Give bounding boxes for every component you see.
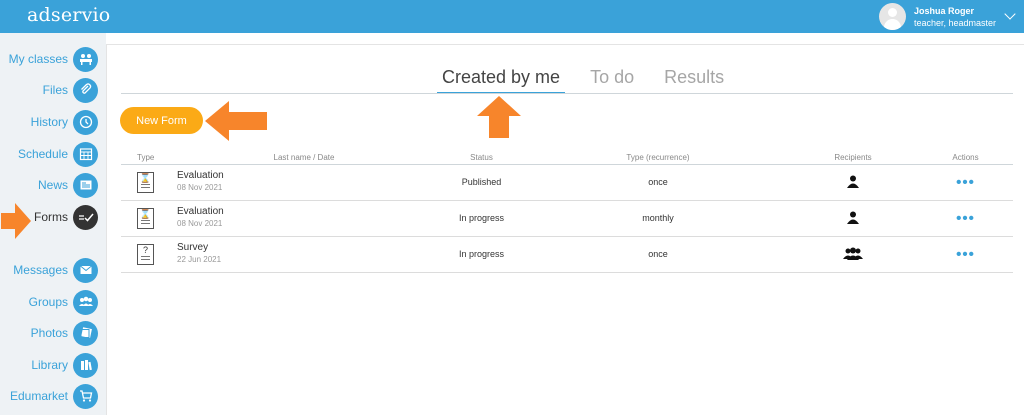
column-header-type[interactable]: Type xyxy=(121,151,173,165)
type-cell: ? xyxy=(121,236,173,273)
tab-created-by-me[interactable]: Created by me xyxy=(437,67,566,94)
column-header-recipients[interactable]: Recipients xyxy=(788,151,918,165)
sidebar-item-messages[interactable]: Messages xyxy=(13,257,98,283)
table-header-row: Type Last name / Date Status Type (recur… xyxy=(121,151,1013,165)
table-row[interactable]: ? Survey 22 Jun 2021 In progress once ••… xyxy=(121,236,1013,273)
forms-icon xyxy=(73,204,98,230)
sidebar-item-label: Messages xyxy=(13,263,68,277)
sidebar-item-edumarket[interactable]: Edumarket xyxy=(10,383,98,409)
recipients-cell xyxy=(788,164,918,201)
sidebar-item-photos[interactable]: Photos xyxy=(31,320,98,346)
tab-to-do[interactable]: To do xyxy=(585,67,639,94)
form-name[interactable]: Evaluation xyxy=(177,170,435,182)
sidebar-item-label: Edumarket xyxy=(9,389,68,403)
actions-cell: ••• xyxy=(918,164,1013,201)
library-icon xyxy=(73,352,98,378)
user-role: teacher, headmaster xyxy=(913,17,996,28)
sidebar-item-label: My classes xyxy=(8,52,68,66)
forms-tabs: Created by me To do Results xyxy=(437,67,749,94)
forms-table: Type Last name / Date Status Type (recur… xyxy=(121,151,1013,273)
sidebar-item-library[interactable]: Library xyxy=(31,352,98,378)
cart-icon xyxy=(73,383,98,409)
name-cell: Evaluation 08 Nov 2021 xyxy=(173,200,435,237)
column-header-status[interactable]: Status xyxy=(435,151,528,165)
column-header-name-date[interactable]: Last name / Date xyxy=(173,151,435,165)
tab-pointer-arrow xyxy=(477,96,521,138)
sidebar-item-forms[interactable]: Forms xyxy=(34,204,98,230)
actions-cell: ••• xyxy=(918,236,1013,273)
sidebar-item-label: Files xyxy=(42,83,68,97)
more-actions-icon[interactable]: ••• xyxy=(956,174,975,191)
calendar-icon xyxy=(73,141,98,167)
sidebar-item-label: Groups xyxy=(28,295,68,309)
tabs-divider xyxy=(121,93,1013,94)
sidebar-item-label: Forms xyxy=(34,210,68,224)
form-date: 08 Nov 2021 xyxy=(177,183,223,192)
sidebar-item-files[interactable]: Files xyxy=(43,77,98,103)
status-cell: In progress xyxy=(435,200,528,237)
app-logo[interactable]: adservio xyxy=(27,4,110,26)
tab-results[interactable]: Results xyxy=(659,67,729,94)
evaluation-form-icon: ⌛ xyxy=(137,207,154,229)
form-date: 08 Nov 2021 xyxy=(177,219,223,228)
sidebar-item-groups[interactable]: Groups xyxy=(29,289,98,315)
sidebar-item-label: Library xyxy=(31,358,68,372)
evaluation-form-icon: ⌛ xyxy=(137,171,154,193)
name-cell: Survey 22 Jun 2021 xyxy=(173,236,435,273)
avatar[interactable] xyxy=(878,3,906,30)
recipients-cell xyxy=(788,236,918,273)
column-header-actions: Actions xyxy=(918,151,1013,165)
name-cell: Evaluation 08 Nov 2021 xyxy=(173,164,435,201)
news-icon xyxy=(73,172,98,198)
groups-icon xyxy=(73,289,98,315)
history-icon xyxy=(73,109,98,135)
survey-form-icon: ? xyxy=(137,243,154,265)
photos-icon xyxy=(73,320,98,346)
status-cell: Published xyxy=(435,164,528,201)
recurrence-cell: once xyxy=(528,236,788,273)
column-header-recurrence[interactable]: Type (recurrence) xyxy=(528,151,788,165)
table-row[interactable]: ⌛ Evaluation 08 Nov 2021 Published once … xyxy=(121,164,1013,201)
actions-cell: ••• xyxy=(918,200,1013,237)
sidebar-item-label: Schedule xyxy=(17,147,68,161)
user-menu[interactable]: Joshua Roger teacher, headmaster xyxy=(878,2,1016,31)
paperclip-icon xyxy=(73,77,98,103)
sidebar-item-schedule[interactable]: Schedule xyxy=(18,141,98,167)
more-actions-icon[interactable]: ••• xyxy=(956,210,975,227)
group-people-icon[interactable] xyxy=(843,247,863,260)
sidebar-item-label: History xyxy=(30,115,68,129)
classroom-icon xyxy=(73,46,98,72)
form-name[interactable]: Evaluation xyxy=(177,206,435,218)
sidebar: My classes Files History Schedule News F… xyxy=(0,33,106,415)
table-row[interactable]: ⌛ Evaluation 08 Nov 2021 In progress mon… xyxy=(121,200,1013,237)
user-info: Joshua Roger teacher, headmaster xyxy=(914,5,996,29)
recipients-cell xyxy=(788,200,918,237)
chevron-down-icon[interactable] xyxy=(1004,8,1016,20)
more-actions-icon[interactable]: ••• xyxy=(956,246,975,263)
type-cell: ⌛ xyxy=(121,164,173,201)
sidebar-item-label: News xyxy=(37,178,68,192)
forms-pointer-arrow xyxy=(1,203,31,239)
sidebar-item-news[interactable]: News xyxy=(38,172,98,198)
single-person-icon[interactable] xyxy=(847,211,859,224)
new-form-button[interactable]: New Form xyxy=(120,107,203,134)
type-cell: ⌛ xyxy=(121,200,173,237)
form-name[interactable]: Survey xyxy=(177,242,435,254)
envelope-icon xyxy=(73,257,98,283)
user-name: Joshua Roger xyxy=(913,5,974,16)
recurrence-cell: once xyxy=(528,164,788,201)
sidebar-item-history[interactable]: History xyxy=(31,109,98,135)
single-person-icon[interactable] xyxy=(847,175,859,188)
main-panel: Created by me To do Results New Form Typ… xyxy=(106,44,1024,415)
new-form-pointer-arrow xyxy=(205,101,267,141)
status-cell: In progress xyxy=(435,236,528,273)
recurrence-cell: monthly xyxy=(528,200,788,237)
form-date: 22 Jun 2021 xyxy=(177,255,222,264)
top-bar: adservio Joshua Roger teacher, headmaste… xyxy=(0,0,1024,33)
sidebar-item-label: Photos xyxy=(30,326,68,340)
sidebar-item-my-classes[interactable]: My classes xyxy=(9,46,98,72)
